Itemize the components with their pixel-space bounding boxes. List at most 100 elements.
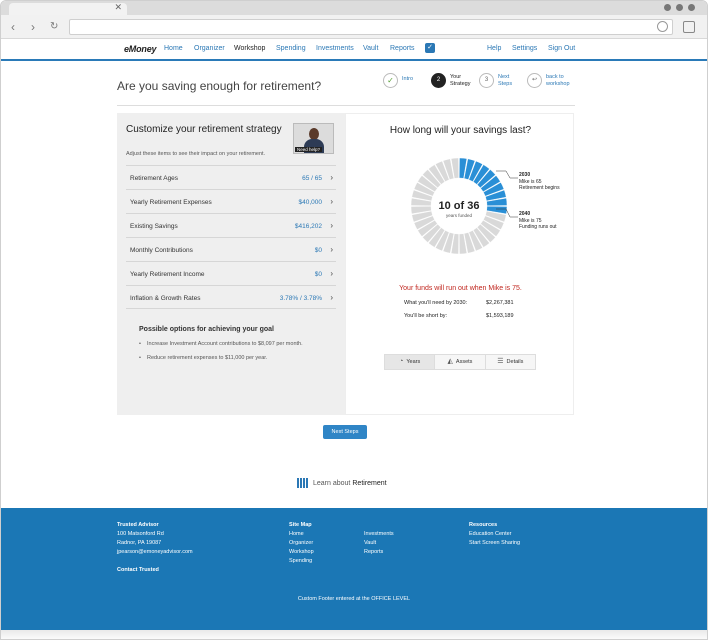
savings-title: How long will your savings last? [389, 125, 532, 136]
chevron-right-icon: › [330, 173, 333, 182]
sitemap-link[interactable]: Vault [364, 539, 394, 548]
reload-icon[interactable]: ↻ [50, 20, 58, 34]
custom-footer-text: Custom Footer entered at the OFFICE LEVE… [297, 596, 411, 602]
short-label: You'll be short by: [404, 313, 448, 319]
sitemap-link[interactable]: Workshop [289, 548, 314, 557]
view-toggle: ◔ Years ◭ Assets ☰ Details [384, 354, 536, 370]
step-number: 3 [479, 73, 494, 88]
window-dot-icon[interactable] [676, 4, 683, 11]
nav-investments[interactable]: Investments [316, 45, 354, 52]
row-value: $0 [314, 247, 322, 254]
nav-home[interactable]: Home [164, 45, 183, 52]
step-intro[interactable]: ✓ Intro [383, 73, 413, 88]
row-yearly-income[interactable]: Yearly Retirement Income $0 › [126, 261, 336, 285]
back-arrow-icon[interactable]: ‹ [11, 20, 15, 34]
advisor-email[interactable]: jpearson@emoneyadvisor.com [117, 548, 193, 557]
need-help-label: Need help? [295, 147, 323, 152]
forward-arrow-icon[interactable]: › [31, 20, 35, 34]
option-item: Increase Investment Account contribution… [139, 340, 329, 348]
tab-assets[interactable]: ◭ Assets [434, 355, 484, 369]
nav-organizer[interactable]: Organizer [194, 45, 225, 52]
tab-years[interactable]: ◔ Years [385, 355, 435, 369]
strategy-rows: Retirement Ages 65 / 65 › Yearly Retirem… [126, 165, 336, 309]
window-dot-icon[interactable] [688, 4, 695, 11]
chevron-right-icon: › [330, 293, 333, 302]
callout-retirement-begins: 2030 Mike is 65 Retirement begins [519, 172, 560, 192]
books-icon [297, 478, 308, 488]
tab-label: Assets [455, 359, 473, 365]
extension-icon[interactable] [683, 21, 695, 33]
learn-about-link[interactable]: Learn about Retirement [297, 478, 387, 488]
footer-sitemap: Site Map Home Organizer Workshop Spendin… [289, 521, 314, 566]
nav-help[interactable]: Help [487, 45, 501, 52]
step-indicator: ✓ Intro 2 Your Strategy 3 Next Steps ↩ b… [381, 73, 581, 97]
sitemap-link[interactable]: Spending [289, 557, 314, 566]
donut-center-value: 10 of 36 [439, 200, 480, 212]
resource-link[interactable]: Start Screen Sharing [469, 539, 520, 548]
close-tab-icon[interactable]: ✕ [114, 2, 122, 13]
browser-titlebar: ✕ [1, 1, 707, 15]
donut-center-label: years funded [446, 213, 473, 218]
need-label: What you'll need by 2030: [404, 300, 468, 306]
resource-link[interactable]: Education Center [469, 530, 520, 539]
sitemap-title: Site Map [289, 522, 312, 528]
savings-panel: How long will your savings last? 10 of 3… [345, 113, 574, 415]
row-monthly-contributions[interactable]: Monthly Contributions $0 › [126, 237, 336, 261]
step-label: Next Steps [498, 73, 513, 87]
check-icon: ✓ [383, 73, 398, 88]
step-next-steps[interactable]: 3 Next Steps [479, 73, 518, 88]
resources-title: Resources [469, 522, 498, 528]
spinner-icon: ◔ [399, 358, 404, 365]
options-title: Possible options for achieving your goal [139, 326, 274, 333]
nav-workshop[interactable]: Workshop [234, 45, 265, 52]
tab-details[interactable]: ☰ Details [484, 355, 535, 369]
contact-link[interactable]: Contact Trusted [117, 566, 193, 575]
row-label: Yearly Retirement Income [130, 271, 205, 278]
row-label: Yearly Retirement Expenses [130, 199, 212, 206]
step-label: Intro [402, 76, 414, 82]
sitemap-link[interactable]: Reports [364, 548, 394, 557]
row-value: $40,000 [298, 199, 323, 206]
footer-advisor: Trusted Advisor 100 Matsonford Rd Radnor… [117, 521, 193, 575]
callout-line: Retirement begins [519, 185, 560, 191]
nav-spending[interactable]: Spending [276, 45, 306, 52]
learn-prefix: Learn about [313, 479, 351, 487]
options-box: Possible options for achieving your goal… [139, 326, 329, 368]
sitemap-link[interactable]: Home [289, 530, 314, 539]
step-your-strategy[interactable]: 2 Your Strategy [431, 73, 476, 88]
row-value: $416,202 [294, 223, 322, 230]
tab-label: Details [506, 359, 524, 365]
sitemap-link[interactable]: Investments [364, 530, 394, 539]
help-video-thumbnail[interactable]: Need help? [293, 123, 334, 154]
checkbox-icon[interactable]: ✓ [425, 43, 435, 53]
chevron-right-icon: › [330, 221, 333, 230]
window-dot-icon[interactable] [664, 4, 671, 11]
sitemap-link[interactable]: Organizer [289, 539, 314, 548]
page-shadow [1, 630, 707, 639]
row-label: Monthly Contributions [130, 247, 193, 254]
option-item: Reduce retirement expenses to $11,000 pe… [139, 354, 329, 362]
row-existing-savings[interactable]: Existing Savings $416,202 › [126, 213, 336, 237]
nav-vault[interactable]: Vault [363, 45, 378, 52]
customize-title: Customize your retirement strategy [126, 124, 282, 135]
row-yearly-expenses[interactable]: Yearly Retirement Expenses $40,000 › [126, 189, 336, 213]
chevron-right-icon: › [330, 269, 333, 278]
row-inflation-growth[interactable]: Inflation & Growth Rates 3.78% / 3.78% › [126, 285, 336, 309]
row-value: 65 / 65 [302, 175, 322, 182]
browser-tab[interactable]: ✕ [9, 2, 127, 15]
nav-reports[interactable]: Reports [390, 45, 415, 52]
address-bar[interactable] [69, 19, 673, 35]
back-to-workshop-link[interactable]: ↩ back to workshop [527, 73, 576, 88]
step-number: 2 [431, 73, 446, 88]
nav-settings[interactable]: Settings [512, 45, 537, 52]
next-steps-button[interactable]: Next Steps [323, 425, 367, 439]
row-retirement-ages[interactable]: Retirement Ages 65 / 65 › [126, 165, 336, 189]
nav-sign-out[interactable]: Sign Out [548, 45, 575, 52]
emoney-logo[interactable]: eMoney [124, 44, 157, 54]
runout-message: Your funds will run out when Mike is 75. [399, 285, 522, 292]
list-icon: ☰ [497, 358, 504, 365]
callout-funding-runs-out: 2040 Mike is 75 Funding runs out [519, 211, 557, 231]
advisor-address-line: 100 Matsonford Rd [117, 531, 164, 537]
short-value: $1,593,189 [486, 313, 514, 319]
